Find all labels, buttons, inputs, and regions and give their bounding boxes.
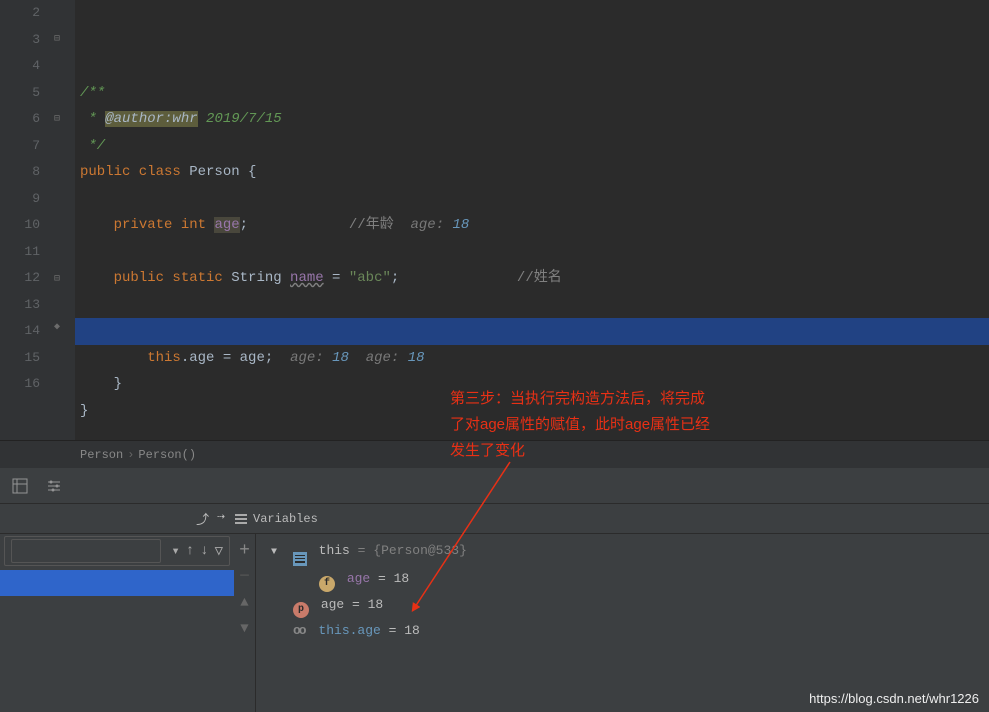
- chevron-down-icon[interactable]: ▾: [171, 543, 179, 560]
- annotation-text: 第三步：当执行完构造方法后，将完成 了对age属性的赋值，此时age属性已经 发…: [450, 386, 710, 464]
- fold-column[interactable]: ⊟ ⊟ ⊟ ◆: [50, 0, 75, 440]
- variables-tree[interactable]: + − ▲ ▼ this = {Person@533} f age = 18 p…: [235, 534, 989, 712]
- age-field: age: [214, 217, 239, 233]
- variable-this[interactable]: this = {Person@533}: [271, 538, 981, 566]
- code-editor[interactable]: 234 567 8910 111213 141516 ⊟ ⊟ ⊟ ◆ /** *…: [0, 0, 989, 440]
- watch-icon: oo: [293, 623, 305, 638]
- next-frame-icon[interactable]: ↓: [200, 543, 208, 559]
- prev-frame-icon[interactable]: ↑: [186, 543, 194, 559]
- variables-label: Variables: [253, 512, 318, 526]
- step-icon[interactable]: ⇢: [217, 509, 225, 528]
- fold-mark-icon[interactable]: ⊟: [54, 27, 60, 54]
- fold-mark-icon[interactable]: ⊟: [54, 267, 60, 294]
- frames-panel[interactable]: ▾ ↑ ↓ ▽: [0, 534, 235, 712]
- thread-dropdown[interactable]: [11, 539, 161, 563]
- fold-mark-icon[interactable]: ⊟: [54, 107, 60, 134]
- doc-comment: /**: [80, 85, 105, 101]
- object-icon: [293, 552, 307, 566]
- param-badge-icon: p: [293, 602, 309, 618]
- code-area[interactable]: /** * @author:whr 2019/7/15 */public cla…: [75, 0, 989, 440]
- variable-age-param[interactable]: p age = 18: [271, 592, 981, 618]
- field-badge-icon: f: [319, 576, 335, 592]
- variable-age-field[interactable]: f age = 18: [271, 566, 981, 592]
- watermark: https://blog.csdn.net/whr1226: [809, 691, 979, 706]
- author-tag: @author:whr: [105, 111, 197, 127]
- add-watch-icon[interactable]: +: [234, 538, 255, 564]
- down-icon[interactable]: ▼: [234, 616, 255, 642]
- bookmark-icon[interactable]: ◆: [54, 315, 60, 342]
- current-execution-line: [75, 318, 989, 345]
- expand-icon[interactable]: [271, 543, 281, 558]
- variable-this-age[interactable]: oo this.age = 18: [271, 618, 981, 644]
- settings-icon[interactable]: [46, 478, 62, 494]
- layout-icon[interactable]: [12, 478, 28, 494]
- return-icon[interactable]: ⤴: [196, 509, 209, 528]
- line-number-gutter: 234 567 8910 111213 141516: [0, 0, 50, 440]
- filter-icon[interactable]: ▽: [215, 543, 223, 560]
- up-icon[interactable]: ▲: [234, 590, 255, 616]
- variables-header: ⤴ ⇢ Variables: [0, 504, 989, 534]
- selected-frame[interactable]: [0, 570, 234, 596]
- name-field: name: [290, 270, 324, 286]
- debugger-panel: ⤴ ⇢ Variables ▾ ↑ ↓ ▽ + − ▲ ▼: [0, 468, 989, 712]
- remove-watch-icon[interactable]: −: [234, 564, 255, 590]
- hamburger-icon[interactable]: [235, 514, 247, 524]
